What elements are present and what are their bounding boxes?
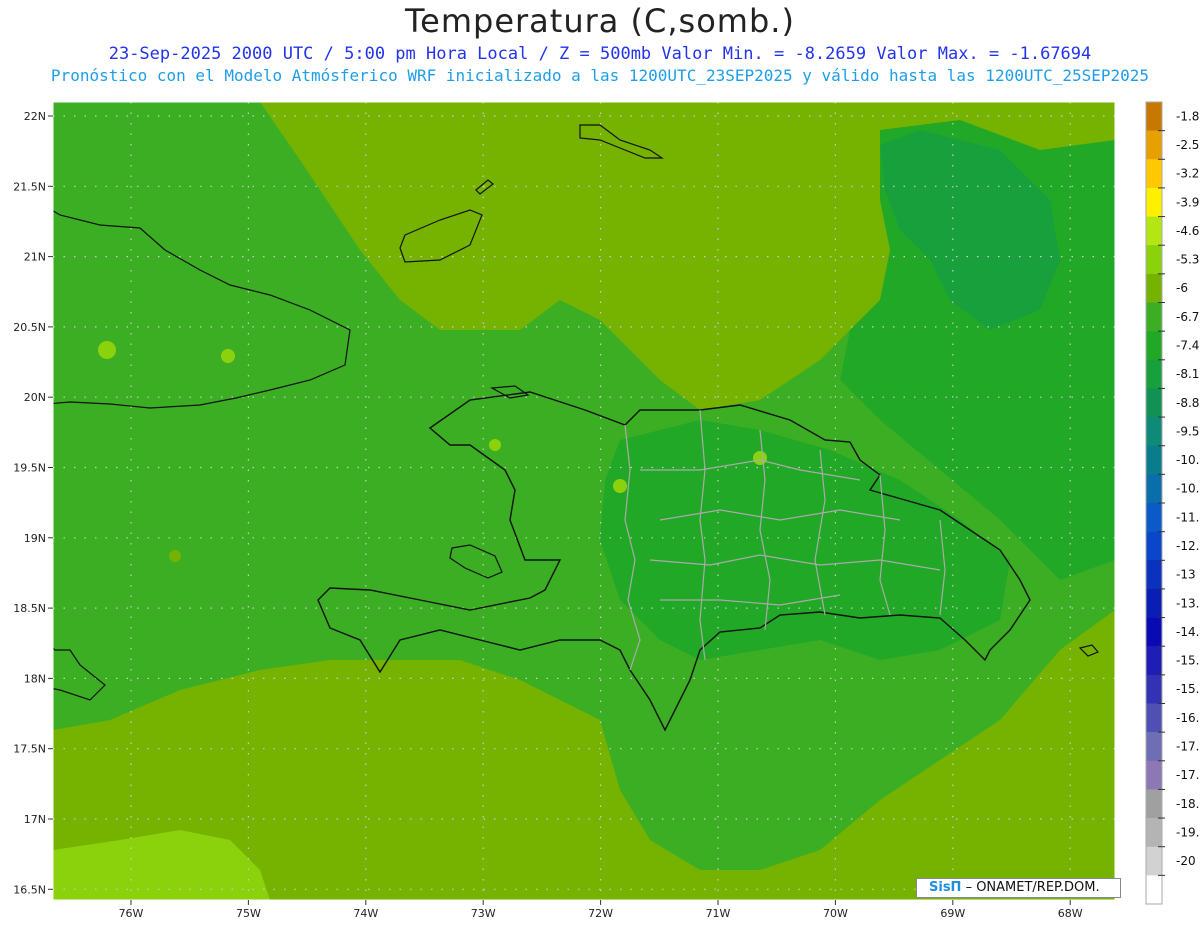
lat-tick-label: 19.5N [13, 462, 46, 475]
forecast-map: 22N 21.5N 21N 20.5N 20N 19.5N 19N 18.5N 18N 17.5N… [13, 101, 1200, 920]
colorbar-label: -10.9 [1176, 482, 1200, 496]
colorbar-swatch [1146, 302, 1162, 332]
colorbar-label: -4.6 [1176, 224, 1199, 238]
sispi-logo: SisΠ [929, 880, 962, 895]
colorbar-swatch [1146, 875, 1162, 905]
colorbar-swatch [1146, 159, 1162, 189]
colorbar-swatch [1146, 760, 1162, 790]
colorbar-label: -5.3 [1176, 253, 1199, 267]
colorbar-swatch [1146, 187, 1162, 217]
credit-org: – ONAMET/REP.DOM. [961, 880, 1100, 895]
colorbar-swatch [1146, 818, 1162, 848]
lat-tick-label: 22N [24, 110, 46, 123]
lat-tick-label: 21N [24, 251, 46, 264]
lon-tick-label: 68W [1058, 907, 1083, 920]
colorbar-swatch [1146, 388, 1162, 418]
colorbar-label: -15.8 [1176, 682, 1200, 696]
colorbar-swatch [1146, 560, 1162, 590]
colorbar-label: -11.6 [1176, 510, 1200, 524]
lon-tick-label: 75W [236, 907, 261, 920]
colorbar-label: -13.7 [1176, 596, 1200, 610]
colorbar-label: -15.1 [1176, 654, 1200, 668]
colorbar-swatch [1146, 674, 1162, 704]
colorbar-swatch [1146, 846, 1162, 876]
colorbar-swatch [1146, 703, 1162, 733]
warm-pocket [753, 451, 767, 465]
lat-tick-label: 17.5N [13, 743, 46, 756]
colorbar-swatch [1146, 588, 1162, 618]
latitude-axis: 22N 21.5N 21N 20.5N 20N 19.5N 19N 18.5N 18N 17.5N… [13, 110, 53, 896]
lon-tick-label: 74W [353, 907, 378, 920]
warm-pocket [1076, 636, 1104, 664]
lat-tick-label: 18N [24, 672, 46, 685]
credit-box: SisΠ – ONAMET/REP.DOM. [916, 878, 1121, 898]
lon-tick-label: 76W [119, 907, 144, 920]
colorbar-label: -1.8 [1176, 109, 1199, 123]
colorbar-label: -3.9 [1176, 195, 1199, 209]
longitude-axis: 76W 75W 74W 73W 72W 71W 70W 69W 68W [119, 900, 1083, 920]
lat-tick-label: 17N [24, 813, 46, 826]
lat-tick-label: 20.5N [13, 321, 46, 334]
colorbar-label: -9.5 [1176, 424, 1199, 438]
colorbar-swatch [1146, 331, 1162, 361]
colorbar-label: -3.2 [1176, 167, 1199, 181]
colorbar-swatch [1146, 531, 1162, 561]
colorbar: -1.8 -2.5 -3.2 -3.9 -4.6 -5.3 -6 -6.7 -7.4 -8.1 -8… [1145, 101, 1200, 905]
warm-pocket [221, 349, 235, 363]
lon-tick-label: 73W [471, 907, 496, 920]
colorbar-swatch [1146, 102, 1162, 131]
colorbar-swatch [1146, 503, 1162, 532]
colorbar-label: -8.8 [1176, 396, 1199, 410]
colorbar-swatch [1146, 445, 1162, 475]
lat-tick-label: 16.5N [13, 883, 46, 896]
colorbar-label: -8.1 [1176, 367, 1199, 381]
colorbar-label: -16.5 [1176, 711, 1200, 725]
lon-tick-label: 72W [588, 907, 613, 920]
colorbar-label: -13 [1176, 568, 1196, 582]
colorbar-label: -14.4 [1176, 625, 1200, 639]
warm-pocket [613, 479, 627, 493]
colorbar-label: -19.3 [1176, 825, 1200, 839]
colorbar-label: -7.4 [1176, 338, 1199, 352]
lat-tick-label: 21.5N [13, 180, 46, 193]
lat-tick-label: 20N [24, 391, 46, 404]
colorbar-label: -18.6 [1176, 797, 1200, 811]
colorbar-label: -17.2 [1176, 739, 1200, 753]
colorbar-label: -6 [1176, 281, 1188, 295]
colorbar-label: -20 [1176, 854, 1196, 868]
lat-tick-label: 19N [24, 532, 46, 545]
warm-pocket [489, 439, 501, 451]
lat-tick-label: 18.5N [13, 602, 46, 615]
warm-pocket [98, 341, 116, 359]
colorbar-swatch [1146, 130, 1162, 160]
colorbar-swatch [1146, 417, 1162, 447]
colorbar-label: -6.7 [1176, 310, 1199, 324]
colorbar-label: -12.3 [1176, 539, 1200, 553]
lon-tick-label: 69W [940, 907, 965, 920]
warm-pocket [169, 550, 181, 562]
colorbar-swatch [1146, 359, 1162, 389]
lon-tick-label: 71W [706, 907, 731, 920]
colorbar-swatch [1146, 646, 1162, 676]
colorbar-label: -2.5 [1176, 138, 1199, 152]
colorbar-swatch [1146, 789, 1162, 819]
colorbar-swatch [1146, 474, 1162, 504]
colorbar-swatch [1146, 732, 1162, 762]
colorbar-swatch [1146, 216, 1162, 246]
colorbar-swatch [1146, 617, 1162, 647]
colorbar-swatch [1146, 273, 1162, 303]
lon-tick-label: 70W [823, 907, 848, 920]
colorbar-label: -17.9 [1176, 768, 1200, 782]
colorbar-label: -10.2 [1176, 453, 1200, 467]
colorbar-swatch [1146, 245, 1162, 275]
